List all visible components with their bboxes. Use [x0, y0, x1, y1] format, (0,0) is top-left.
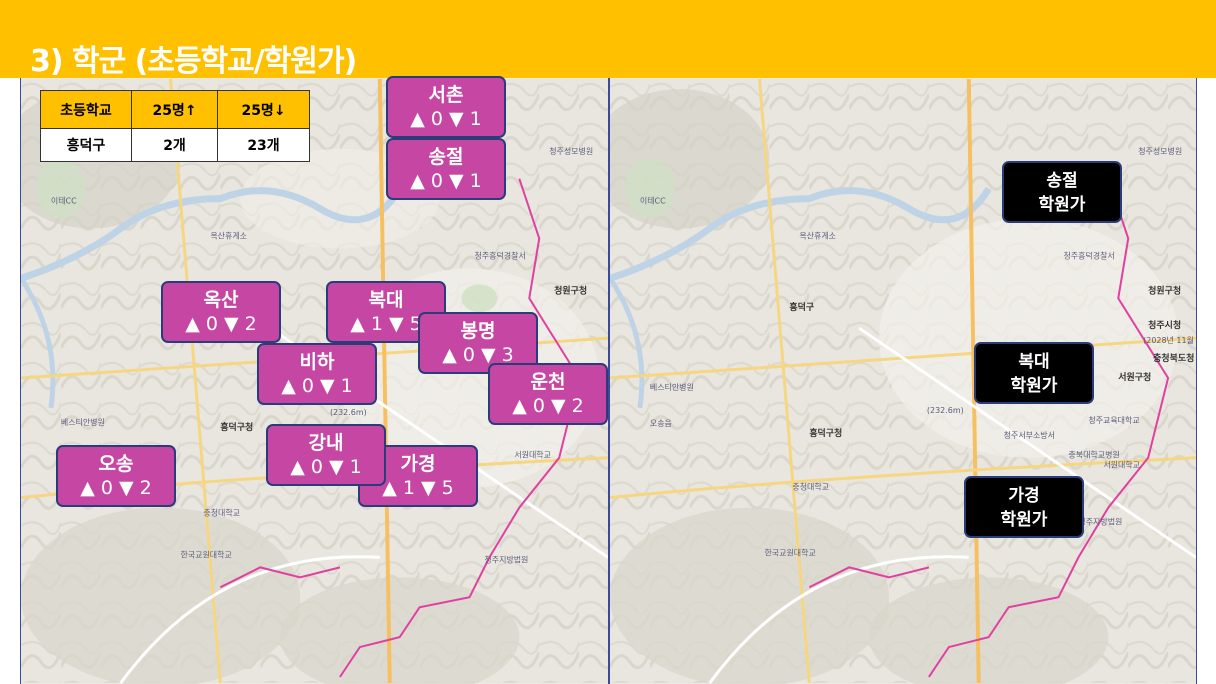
map-label-court-r: 청주지방법원	[1078, 517, 1122, 527]
map-label-bestian-r: 베스티안병원	[650, 382, 694, 392]
map-label-cnue-r: 청주교육대학교	[1088, 415, 1139, 425]
district-stat: ▲ 0 ▼ 2	[512, 395, 584, 417]
map-label-cbnuh-r: 충북대학교병원	[1068, 450, 1119, 460]
academy-line1: 복대	[1018, 352, 1050, 372]
district-name: 옥산	[203, 289, 239, 311]
map-label-heungdeok-gu-office-r: 흥덕구청	[809, 427, 842, 439]
table-header-row: 초등학교 25명↑ 25명↓	[40, 90, 310, 129]
map-label-seowon-gu: 서원구청	[1118, 371, 1151, 383]
map-label-knue-r: 한국교원대학교	[764, 547, 815, 557]
district-box-gangnae[interactable]: 강내 ▲ 0 ▼ 1	[266, 424, 386, 486]
table-cell: 23개	[217, 128, 310, 162]
map-label-chungcheong-univ: 충청대학교	[203, 508, 240, 518]
district-box-songjeol[interactable]: 송절 ▲ 0 ▼ 1	[386, 138, 506, 200]
map-label-osong-r: 오송읍	[650, 419, 672, 428]
district-name: 송절	[428, 146, 464, 168]
table-cell: 흥덕구	[40, 128, 132, 162]
district-box-osong[interactable]: 오송 ▲ 0 ▼ 2	[56, 445, 176, 507]
map-label-altitude: (232.6m)	[330, 408, 367, 417]
district-name: 비하	[299, 351, 335, 373]
academy-box-bokdae[interactable]: 복대 학원가	[974, 342, 1094, 404]
map-label-bestian: 베스티안병원	[61, 417, 105, 427]
map-label-court: 청주지방법원	[484, 554, 528, 564]
map-label-city-hall-note: (2028년 11월 예정)	[1143, 335, 1196, 345]
district-name: 오송	[98, 453, 134, 475]
map-label-oksan-rest: 옥산휴게소	[210, 230, 247, 240]
map-label-police: 청주흥덕경찰서	[474, 250, 525, 260]
map-label-oksan-rest-r: 옥산휴게소	[799, 230, 836, 240]
district-stat: ▲ 0 ▼ 1	[281, 375, 353, 397]
academy-line1: 가경	[1008, 486, 1040, 506]
elementary-school-table: 초등학교 25명↑ 25명↓ 흥덕구 2개 23개	[40, 90, 310, 162]
map-label-golf-r: 이테CC	[640, 196, 666, 206]
district-name: 복대	[368, 289, 404, 311]
district-stat: ▲ 0 ▼ 1	[290, 456, 362, 478]
district-name: 봉명	[460, 320, 496, 342]
district-box-biha[interactable]: 비하 ▲ 0 ▼ 1	[257, 343, 377, 405]
district-box-seochon[interactable]: 서촌 ▲ 0 ▼ 1	[386, 76, 506, 138]
academy-box-songjeol[interactable]: 송절 학원가	[1002, 161, 1122, 223]
map-label-altitude-r: (232.6m)	[927, 406, 964, 415]
header-bar: 3) 학군 (초등학교/학원가)	[0, 0, 1216, 79]
map-label-heungdeok-gu: 흥덕구	[789, 301, 814, 313]
map-label-chungcheong-univ-r: 충청대학교	[792, 482, 829, 492]
map-label-seowon-univ: 서원대학교	[514, 450, 551, 460]
academy-line2: 학원가	[1038, 195, 1086, 215]
table-header-cell: 25명↓	[217, 90, 310, 129]
page-title: 3) 학군 (초등학교/학원가)	[30, 44, 357, 79]
map-label-police-r: 청주흥덕경찰서	[1063, 250, 1114, 260]
district-name: 강내	[308, 432, 344, 454]
district-stat: ▲ 0 ▼ 1	[410, 108, 482, 130]
academy-line2: 학원가	[1000, 510, 1048, 530]
map-label-cheongwon-gu-r: 청원구청	[1148, 284, 1181, 296]
map-label-fire-station-r: 청주서부소방서	[1004, 430, 1055, 440]
map-label-golf: 이테CC	[51, 196, 77, 206]
academy-line2: 학원가	[1010, 376, 1058, 396]
map-label-provincial-office: 충청북도청	[1153, 352, 1194, 364]
district-name: 서촌	[428, 84, 464, 106]
table-row: 흥덕구 2개 23개	[40, 128, 310, 162]
map-label-seowon-univ-r: 서원대학교	[1103, 460, 1140, 470]
district-stat: ▲ 0 ▼ 2	[80, 477, 152, 499]
district-stat: ▲ 0 ▼ 1	[410, 170, 482, 192]
district-box-uncheon[interactable]: 운천 ▲ 0 ▼ 2	[488, 363, 608, 425]
academy-box-gagyeong[interactable]: 가경 학원가	[964, 476, 1084, 538]
table-header-cell: 25명↑	[131, 90, 218, 129]
district-box-oksan[interactable]: 옥산 ▲ 0 ▼ 2	[161, 281, 281, 343]
map-label-heungdeok-gu-office: 흥덕구청	[220, 421, 253, 433]
district-name: 운천	[530, 371, 566, 393]
map-label-cheongwon-gu: 청원구청	[554, 284, 587, 296]
map-label-stmary: 청주성모병원	[549, 147, 593, 156]
table-header-cell: 초등학교	[40, 90, 132, 129]
district-stat: ▲ 0 ▼ 2	[185, 313, 257, 335]
academy-line1: 송절	[1046, 171, 1078, 191]
table-cell: 2개	[131, 128, 218, 162]
map-label-city-hall: 청주시청	[1148, 319, 1181, 331]
map-label-knue: 한국교원대학교	[180, 549, 231, 559]
map-label-stmary-r: 청주성모병원	[1138, 147, 1182, 156]
